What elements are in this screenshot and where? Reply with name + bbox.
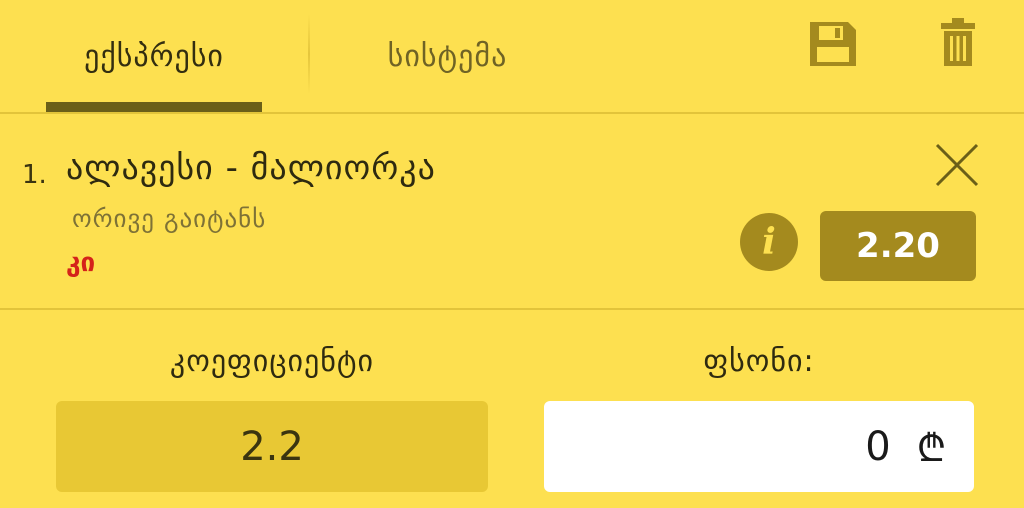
- total-coefficient-value: 2.2: [240, 423, 304, 470]
- info-icon: i: [762, 221, 776, 263]
- tab-system-label: სისტემა: [387, 38, 508, 74]
- close-icon: [935, 143, 979, 187]
- tab-system[interactable]: სისტემა: [335, 0, 560, 112]
- tab-divider: [308, 14, 310, 94]
- lari-currency-icon: ₾: [916, 425, 946, 470]
- bet-market: ორივე გაიტანს: [72, 204, 267, 233]
- bet-match-title: ალავესი - მალიორკა: [66, 148, 436, 188]
- stake-input[interactable]: 0 ₾: [544, 401, 974, 492]
- trash-icon: [941, 18, 975, 66]
- bet-type-tabs: ექსპრესი სისტემა: [0, 0, 1024, 114]
- total-coefficient: 2.2: [56, 401, 488, 492]
- bet-odds-value: 2.20: [856, 226, 940, 266]
- bet-slip-item: 1. ალავესი - მალიორკა ორივე გაიტანს კი i…: [0, 114, 1024, 310]
- bet-index: 1.: [22, 160, 47, 190]
- coefficient-label: კოეფიციენტი: [169, 344, 375, 379]
- bet-selection: კი: [66, 248, 96, 278]
- stake-value: 0: [865, 423, 891, 470]
- stake-label: ფსონი:: [703, 344, 815, 379]
- save-button[interactable]: [808, 20, 858, 68]
- save-icon: [810, 22, 856, 66]
- tab-express[interactable]: ექსპრესი: [46, 0, 262, 112]
- remove-bet-button[interactable]: [934, 142, 980, 188]
- bet-odds-badge[interactable]: 2.20: [820, 211, 976, 281]
- delete-all-button[interactable]: [940, 16, 976, 68]
- bet-info-button[interactable]: i: [740, 213, 798, 271]
- tab-express-label: ექსპრესი: [84, 38, 224, 74]
